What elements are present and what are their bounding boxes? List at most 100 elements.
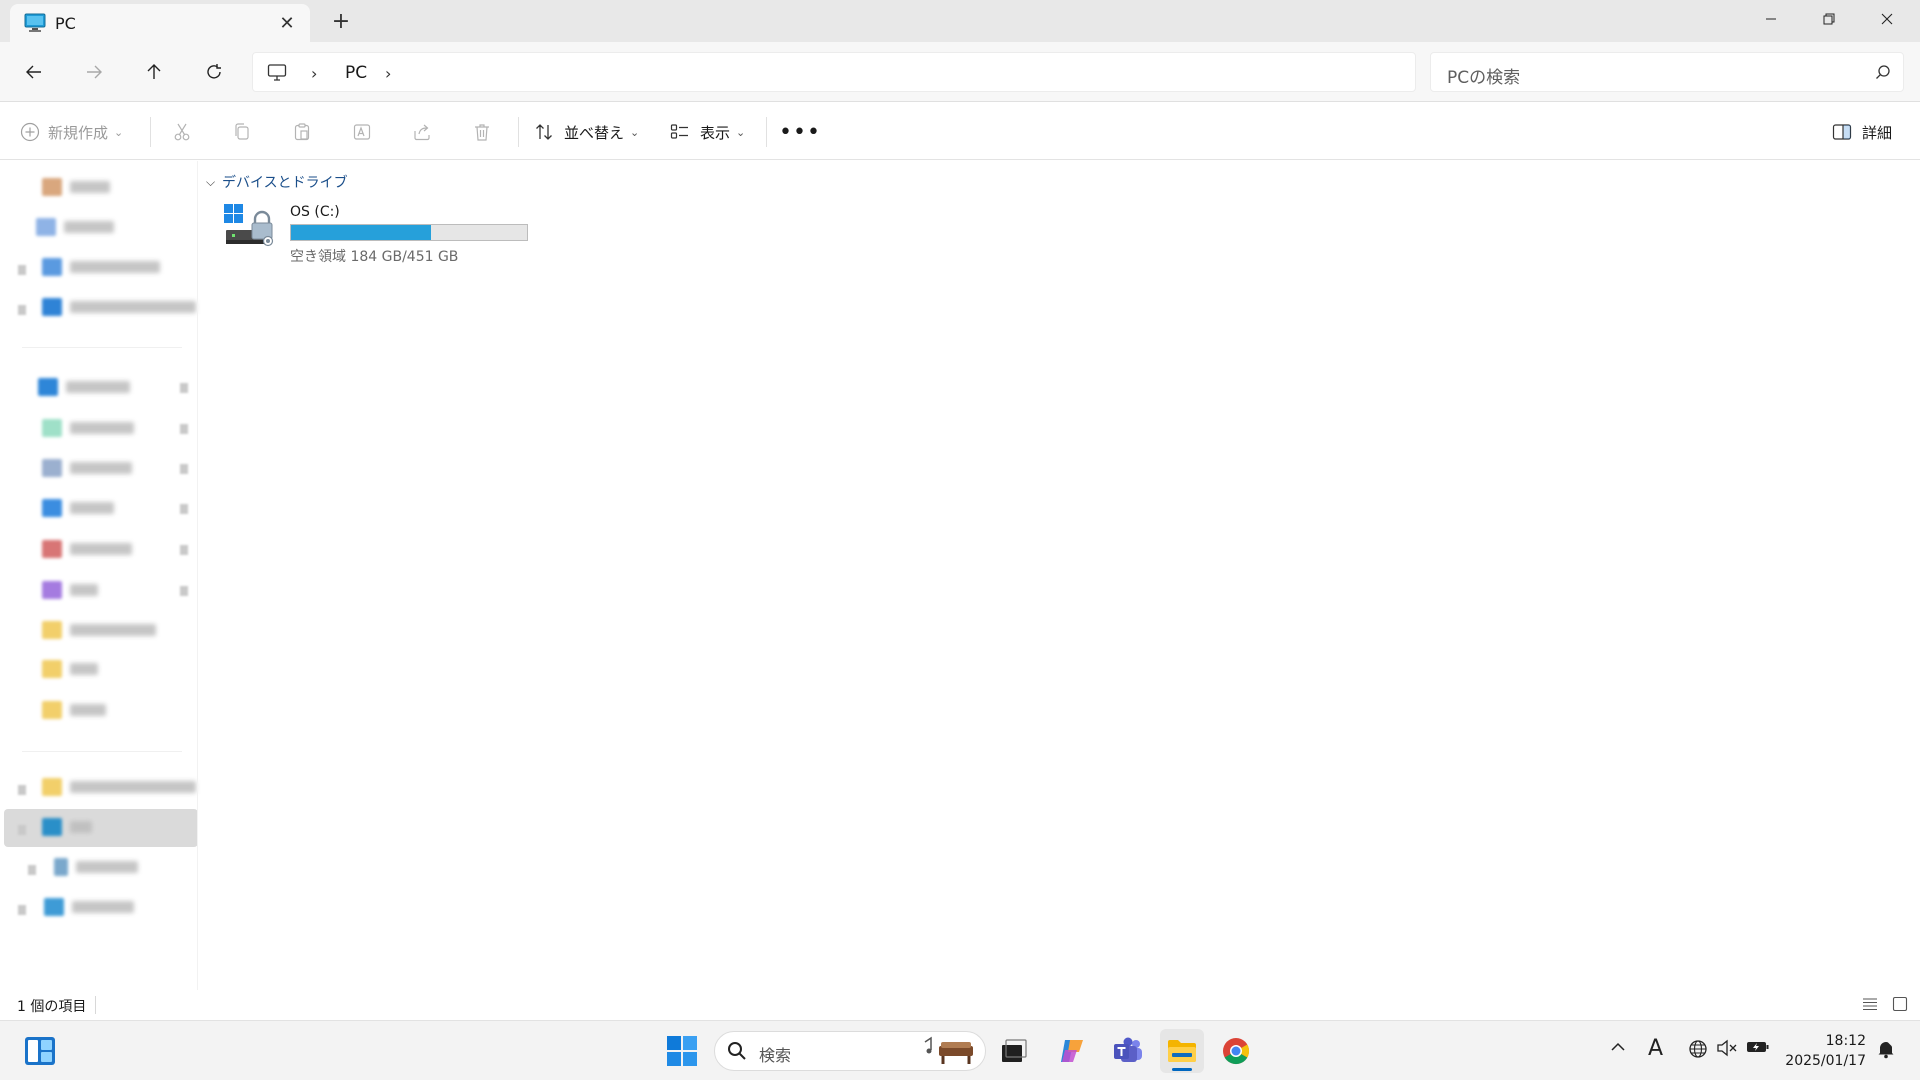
delete-button[interactable] (462, 115, 502, 149)
nav-item-quick-access[interactable] (42, 694, 106, 726)
drive-usage-bar (290, 224, 528, 241)
tab-pc[interactable]: PC ✕ (10, 4, 310, 42)
widgets-icon[interactable] (24, 1036, 56, 1066)
breadcrumb-pc[interactable]: PC (345, 63, 367, 83)
nav-item-pinned[interactable] (42, 251, 160, 283)
title-bar: PC ✕ + (0, 0, 1920, 42)
clock[interactable]: 18:12 2025/01/17 (1776, 1031, 1866, 1071)
search-box[interactable]: PCの検索 (1430, 52, 1904, 92)
sort-button[interactable]: 並べ替え ⌄ (534, 115, 639, 149)
nav-item-quick-access[interactable] (38, 371, 130, 403)
restore-button[interactable] (1800, 0, 1858, 38)
new-tab-button[interactable]: + (328, 8, 354, 34)
cut-button[interactable] (162, 115, 202, 149)
new-button-label: 新規作成 (48, 123, 109, 142)
nav-item-quick-access[interactable] (42, 653, 98, 685)
expand-chevron-icon[interactable] (28, 865, 36, 875)
toolbar-divider (518, 117, 519, 147)
refresh-button[interactable] (194, 52, 234, 92)
group-header-devices[interactable]: ⌵ デバイスとドライブ (206, 172, 348, 192)
details-pane-icon (1832, 124, 1852, 140)
breadcrumb-chevron-icon[interactable]: › (311, 64, 317, 83)
new-button[interactable]: 新規作成 ⌄ (20, 115, 123, 149)
drive-icon (54, 858, 68, 876)
nav-item-quick-access[interactable] (42, 492, 114, 524)
rename-button[interactable] (342, 115, 382, 149)
nav-selected-highlight (4, 809, 198, 847)
expand-chevron-icon[interactable] (18, 785, 26, 795)
pane-splitter[interactable] (197, 161, 198, 991)
minimize-button[interactable] (1742, 0, 1800, 38)
clock-time: 18:12 (1825, 1033, 1866, 1049)
close-window-button[interactable] (1858, 0, 1916, 38)
nav-item-label (70, 704, 106, 716)
nav-item-network[interactable] (44, 891, 134, 923)
nav-item-quick-access[interactable] (42, 574, 98, 606)
task-view-button[interactable] (992, 1029, 1036, 1073)
teams-icon (1114, 1037, 1142, 1062)
windows-drive-icon (224, 204, 274, 247)
chrome-button[interactable] (1214, 1029, 1258, 1073)
paste-button[interactable] (282, 115, 322, 149)
copy-button[interactable] (222, 115, 262, 149)
expand-chevron-icon[interactable] (18, 825, 26, 835)
home-icon (42, 178, 62, 196)
view-layout-icon (670, 124, 688, 139)
nav-item-quick-access[interactable] (42, 614, 156, 646)
large-icons-view-icon[interactable] (1892, 996, 1908, 1012)
share-button[interactable] (402, 115, 442, 149)
expand-chevron-icon[interactable] (18, 305, 26, 315)
group-header-label: デバイスとドライブ (222, 175, 348, 191)
nav-item-label (70, 181, 110, 193)
nav-item-quick-access[interactable] (42, 412, 134, 444)
nav-item-pinned[interactable] (36, 211, 114, 243)
expand-chevron-icon[interactable] (18, 265, 26, 275)
command-bar: 新規作成 ⌄ 並べ替え ⌄ 表示 ⌄ ••• 詳細 (0, 103, 1920, 160)
document-icon (42, 459, 62, 477)
copilot-icon (1061, 1040, 1083, 1062)
nav-item-drive[interactable] (54, 851, 138, 883)
network-button[interactable] (1688, 1039, 1708, 1059)
expand-chevron-icon[interactable] (18, 905, 26, 915)
forward-button[interactable] (74, 52, 114, 92)
search-input[interactable]: PCの検索 (1447, 63, 1520, 88)
windows-start-icon[interactable] (666, 1035, 698, 1067)
gallery-icon (36, 218, 56, 236)
copilot-button[interactable] (1050, 1029, 1094, 1073)
nav-item-this-pc[interactable] (42, 811, 92, 843)
more-options-button[interactable]: ••• (779, 115, 820, 149)
nav-item-label (70, 261, 160, 273)
file-explorer-button[interactable] (1160, 1029, 1204, 1073)
battery-button[interactable] (1746, 1039, 1770, 1055)
view-button[interactable]: 表示 ⌄ (670, 115, 745, 149)
address-bar[interactable]: › PC › (252, 52, 1416, 92)
clock-date: 2025/01/17 (1785, 1053, 1866, 1069)
breadcrumb-chevron-icon[interactable]: › (385, 64, 391, 83)
folder-icon (42, 621, 62, 639)
sort-button-label: 並べ替え (564, 123, 625, 142)
volume-button[interactable] (1716, 1039, 1738, 1057)
drive-item-c[interactable]: OS (C:) 空き領域 184 GB/451 GB (222, 202, 542, 266)
teams-button[interactable] (1106, 1029, 1150, 1073)
pin-icon (180, 464, 188, 474)
drive-name: OS (C:) (290, 204, 340, 220)
restore-icon (1823, 13, 1835, 25)
nav-item-quick-access[interactable] (42, 452, 132, 484)
details-pane-button[interactable]: 詳細 (1832, 115, 1892, 149)
nav-item-quick-access[interactable] (42, 533, 132, 565)
back-button[interactable] (14, 52, 54, 92)
details-view-icon[interactable] (1862, 996, 1878, 1012)
nav-item-onedrive[interactable] (42, 771, 196, 803)
close-tab-icon[interactable]: ✕ (276, 12, 298, 34)
up-button[interactable] (134, 52, 174, 92)
nav-item-pinned[interactable] (42, 291, 196, 323)
show-hidden-icons-button[interactable] (1610, 1039, 1626, 1055)
globe-icon (1689, 1040, 1707, 1058)
nav-divider (22, 347, 182, 348)
ime-indicator[interactable]: A (1648, 1036, 1663, 1061)
notification-button[interactable] (1876, 1039, 1896, 1059)
nav-item-pinned[interactable] (42, 171, 110, 203)
pictures-icon (42, 499, 62, 517)
taskbar-search[interactable]: 検索 (714, 1031, 986, 1071)
pc-monitor-icon (42, 818, 62, 836)
